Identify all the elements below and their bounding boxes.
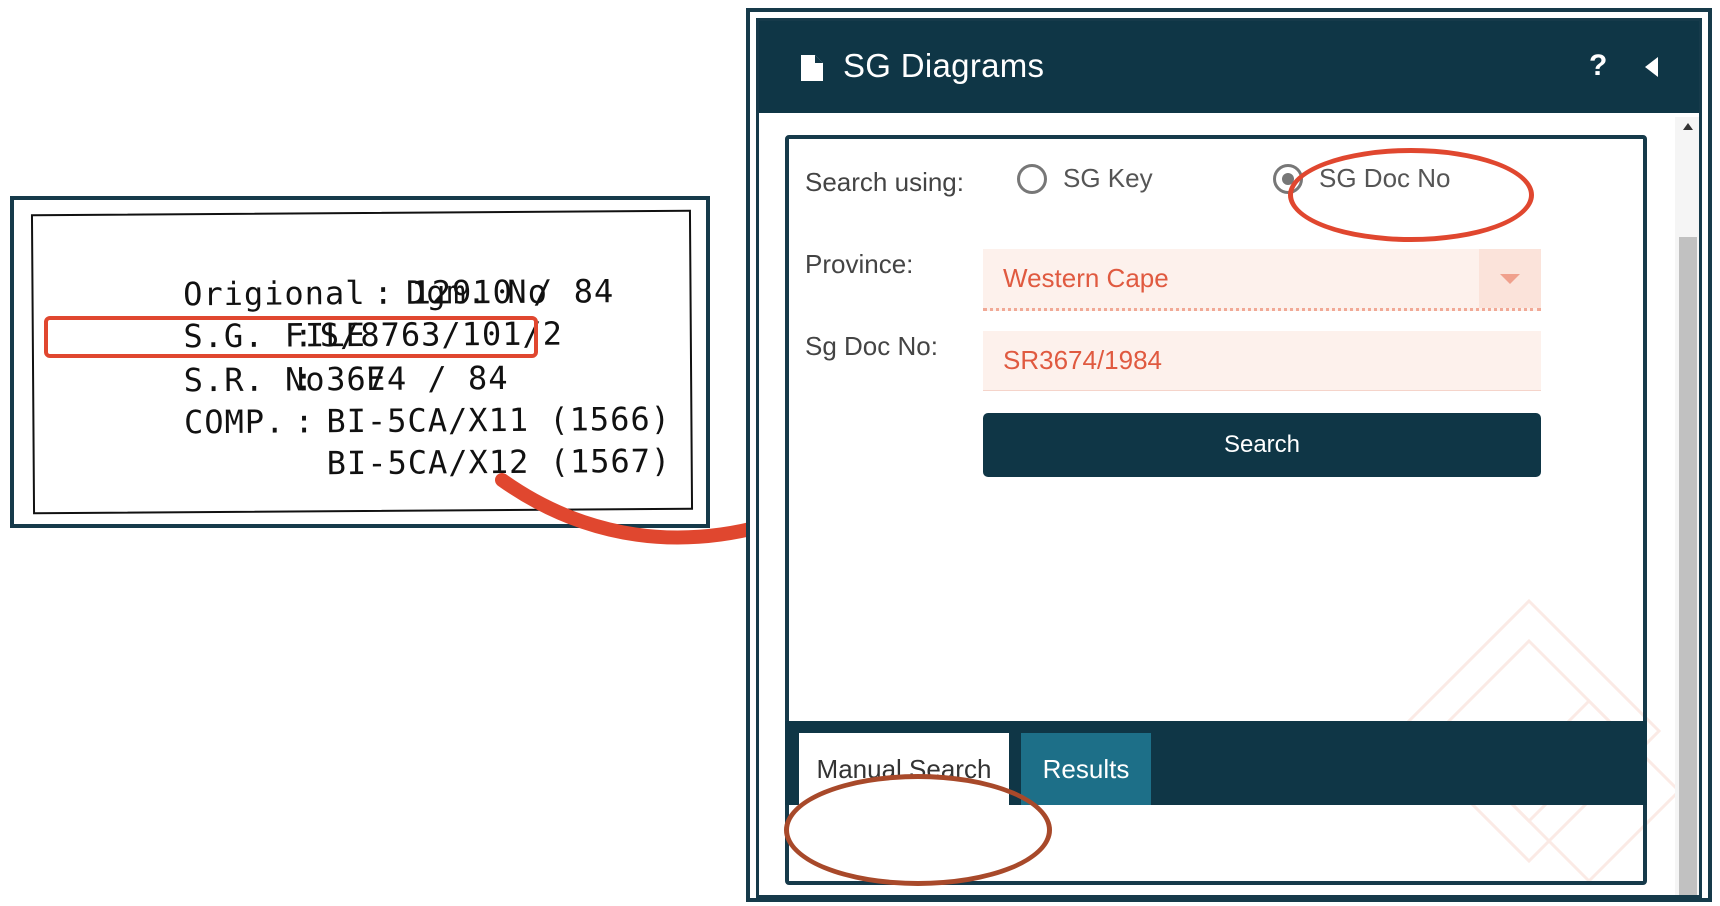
- panel-title: SG Diagrams: [843, 47, 1045, 84]
- search-using-label: Search using:: [805, 167, 964, 197]
- radio-sg-key[interactable]: SG Key: [1017, 163, 1153, 194]
- panel-scrollbar[interactable]: [1675, 117, 1699, 895]
- panel-header: SG Diagrams ?: [759, 21, 1699, 113]
- help-icon[interactable]: ?: [1589, 49, 1607, 83]
- radio-label-sg-doc-no: SG Doc No: [1319, 163, 1451, 193]
- scan-row-comp-2: BI-5CA/X12 (1567): [326, 441, 672, 483]
- tab-bar: Manual Search Results: [785, 721, 1647, 805]
- scroll-up-icon[interactable]: [1683, 123, 1693, 130]
- scroll-thumb[interactable]: [1679, 237, 1697, 895]
- tab-results[interactable]: Results: [1021, 733, 1151, 805]
- document-icon: [801, 55, 823, 81]
- radio-label-sg-key: SG Key: [1063, 163, 1153, 193]
- radio-circle-sg-key[interactable]: [1017, 163, 1047, 194]
- tab-manual-search[interactable]: Manual Search: [799, 733, 1009, 805]
- sr-no-highlight: [44, 316, 538, 358]
- radio-circle-sg-doc-no[interactable]: [1273, 163, 1303, 194]
- province-selected-value: Western Cape: [1003, 263, 1169, 293]
- sg-diagrams-panel: SG Diagrams ? Search using: SG Key SG Do…: [756, 18, 1702, 898]
- province-label: Province:: [805, 249, 914, 279]
- sg-doc-no-input[interactable]: [983, 331, 1541, 391]
- sg-doc-no-label: Sg Doc No:: [805, 331, 938, 361]
- chevron-down-icon: [1500, 274, 1520, 284]
- collapse-left-icon[interactable]: [1645, 57, 1658, 77]
- radio-sg-doc-no[interactable]: SG Doc No: [1273, 163, 1451, 194]
- province-select[interactable]: Western Cape: [983, 249, 1541, 311]
- search-button[interactable]: Search: [983, 413, 1541, 477]
- province-dropdown-toggle[interactable]: [1479, 249, 1541, 308]
